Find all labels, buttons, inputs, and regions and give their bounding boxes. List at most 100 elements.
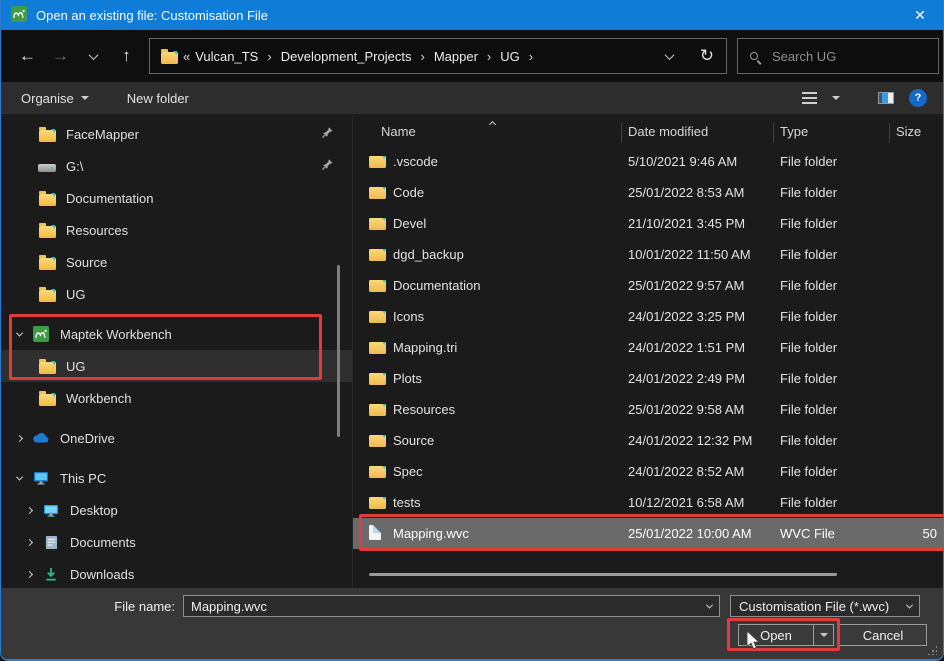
sidebar-item-facemapper[interactable]: FaceMapper: [1, 118, 352, 150]
chevron-down-icon: [89, 50, 99, 60]
sidebar-item-label: Maptek Workbench: [60, 327, 172, 342]
column-header-size[interactable]: Size: [896, 124, 943, 139]
file-date: 24/01/2022 3:25 PM: [628, 309, 780, 324]
sidebar-item-label: OneDrive: [60, 431, 115, 446]
sidebar-item-label: This PC: [60, 471, 106, 486]
breadcrumb-item-mapper[interactable]: Mapper: [433, 47, 479, 66]
chevron-right-icon[interactable]: [17, 508, 41, 513]
sidebar-item-ug[interactable]: UG: [1, 350, 352, 382]
refresh-icon[interactable]: ↻: [700, 46, 714, 66]
sidebar-item-g[interactable]: G:\: [1, 150, 352, 182]
view-mode-icon[interactable]: [802, 92, 817, 104]
breadcrumb-item-ug[interactable]: UG: [499, 47, 521, 66]
breadcrumb-overflow[interactable]: «: [183, 49, 190, 64]
folder-icon: [37, 255, 57, 270]
pin-icon: [321, 126, 334, 142]
breadcrumb-separator-icon: ›: [267, 49, 271, 64]
sidebar-item-workbench[interactable]: Workbench: [1, 382, 352, 414]
file-list-pane: Name Date modified Type Size .vscode5/10…: [353, 114, 943, 588]
caret-down-icon: [820, 633, 828, 637]
file-type: File folder: [780, 309, 896, 324]
file-name-combo: [183, 595, 720, 617]
file-date: 10/01/2022 11:50 AM: [628, 247, 780, 262]
sidebar-item-resources[interactable]: Resources: [1, 214, 352, 246]
sidebar-item-desktop[interactable]: Desktop: [1, 494, 352, 526]
chevron-down-icon[interactable]: [7, 476, 31, 481]
file-name: dgd_backup: [393, 247, 628, 262]
file-row-code[interactable]: Code25/01/2022 8:53 AMFile folder: [353, 177, 943, 208]
horizontal-scrollbar[interactable]: [369, 573, 837, 576]
chevron-right-icon[interactable]: [7, 436, 31, 441]
command-toolbar: Organise New folder ?: [1, 82, 943, 114]
breadcrumb-item-vulcan-ts[interactable]: Vulcan_TS: [194, 47, 259, 66]
column-header-name[interactable]: Name: [381, 124, 628, 139]
title-bar: Open an existing file: Customisation Fil…: [1, 0, 943, 30]
caret-down-icon: [81, 96, 89, 100]
file-date: 21/10/2021 3:45 PM: [628, 216, 780, 231]
search-icon: [750, 52, 758, 60]
column-header-row: Name Date modified Type Size: [353, 118, 943, 144]
back-button[interactable]: ←: [11, 40, 44, 72]
file-type: WVC File: [780, 526, 896, 541]
sidebar-item-label: Documents: [70, 535, 136, 550]
folder-icon: [37, 287, 57, 302]
file-row-mapping-wvc[interactable]: Mapping.wvc25/01/2022 10:00 AMWVC File50: [353, 518, 943, 549]
file-type-select[interactable]: Customisation File (*.wvc): [730, 595, 920, 617]
chevron-down-icon[interactable]: [7, 332, 31, 337]
file-row-tests[interactable]: tests10/12/2021 6:58 AMFile folder: [353, 487, 943, 518]
file-row-dgd-backup[interactable]: dgd_backup10/01/2022 11:50 AMFile folder: [353, 239, 943, 270]
file-row-mapping-tri[interactable]: Mapping.tri24/01/2022 1:51 PMFile folder: [353, 332, 943, 363]
up-button[interactable]: ↑: [110, 40, 143, 72]
breadcrumb-item-development-projects[interactable]: Development_Projects: [280, 47, 413, 66]
file-row-spec[interactable]: Spec24/01/2022 8:52 AMFile folder: [353, 456, 943, 487]
downloads-icon: [41, 567, 61, 582]
view-mode-caret-icon[interactable]: [832, 96, 840, 100]
sidebar-item-this-pc[interactable]: This PC: [1, 462, 352, 494]
new-folder-button[interactable]: New folder: [127, 91, 189, 106]
file-type: File folder: [780, 464, 896, 479]
chevron-right-icon[interactable]: [17, 540, 41, 545]
file-row-devel[interactable]: Devel21/10/2021 3:45 PMFile folder: [353, 208, 943, 239]
sidebar-item-source[interactable]: Source: [1, 246, 352, 278]
search-box[interactable]: [737, 38, 939, 74]
thispc-icon: [31, 471, 51, 485]
sidebar-item-documentation[interactable]: Documentation: [1, 182, 352, 214]
sidebar-item-documents[interactable]: Documents: [1, 526, 352, 558]
forward-button[interactable]: →: [44, 40, 77, 72]
file-type-dropdown-icon: [906, 602, 913, 609]
address-bar[interactable]: « Vulcan_TS›Development_Projects›Mapper›…: [149, 38, 727, 74]
column-header-date[interactable]: Date modified: [628, 124, 780, 139]
file-row-source[interactable]: Source24/01/2022 12:32 PMFile folder: [353, 425, 943, 456]
file-name-input[interactable]: [184, 599, 719, 614]
close-button[interactable]: ✕: [897, 0, 943, 30]
recent-locations-button[interactable]: [77, 40, 110, 72]
sidebar-item-label: G:\: [66, 159, 83, 174]
sidebar-item-downloads[interactable]: Downloads: [1, 558, 352, 588]
file-row-plots[interactable]: Plots24/01/2022 2:49 PMFile folder: [353, 363, 943, 394]
file-row-documentation[interactable]: Documentation25/01/2022 9:57 AMFile fold…: [353, 270, 943, 301]
file-name: Devel: [393, 216, 628, 231]
folder-icon: [369, 277, 393, 295]
sidebar-scrollbar[interactable]: [337, 265, 340, 437]
help-button[interactable]: ?: [909, 89, 927, 107]
file-row-vscode[interactable]: .vscode5/10/2021 9:46 AMFile folder: [353, 146, 943, 177]
file-row-icons[interactable]: Icons24/01/2022 3:25 PMFile folder: [353, 301, 943, 332]
address-dropdown-icon[interactable]: [664, 50, 674, 60]
search-input[interactable]: [770, 48, 910, 65]
cancel-button[interactable]: Cancel: [839, 624, 927, 646]
dialog-content: FaceMapperG:\DocumentationResourcesSourc…: [1, 114, 943, 588]
file-row-resources[interactable]: Resources25/01/2022 9:58 AMFile folder: [353, 394, 943, 425]
preview-pane-icon[interactable]: [878, 92, 894, 104]
open-dropdown-button[interactable]: [813, 624, 834, 646]
sidebar-item-label: Documentation: [66, 191, 153, 206]
sidebar-item-maptek-workbench[interactable]: Maptek Workbench: [1, 318, 352, 350]
folder-icon: [369, 339, 393, 357]
sidebar-item-onedrive[interactable]: OneDrive: [1, 422, 352, 454]
file-date: 24/01/2022 1:51 PM: [628, 340, 780, 355]
chevron-right-icon[interactable]: [17, 572, 41, 577]
sidebar-item-label: Workbench: [66, 391, 132, 406]
resize-grip-icon[interactable]: [927, 645, 937, 655]
sidebar-item-ug[interactable]: UG: [1, 278, 352, 310]
organise-button[interactable]: Organise: [21, 91, 89, 106]
column-header-type[interactable]: Type: [780, 124, 896, 139]
